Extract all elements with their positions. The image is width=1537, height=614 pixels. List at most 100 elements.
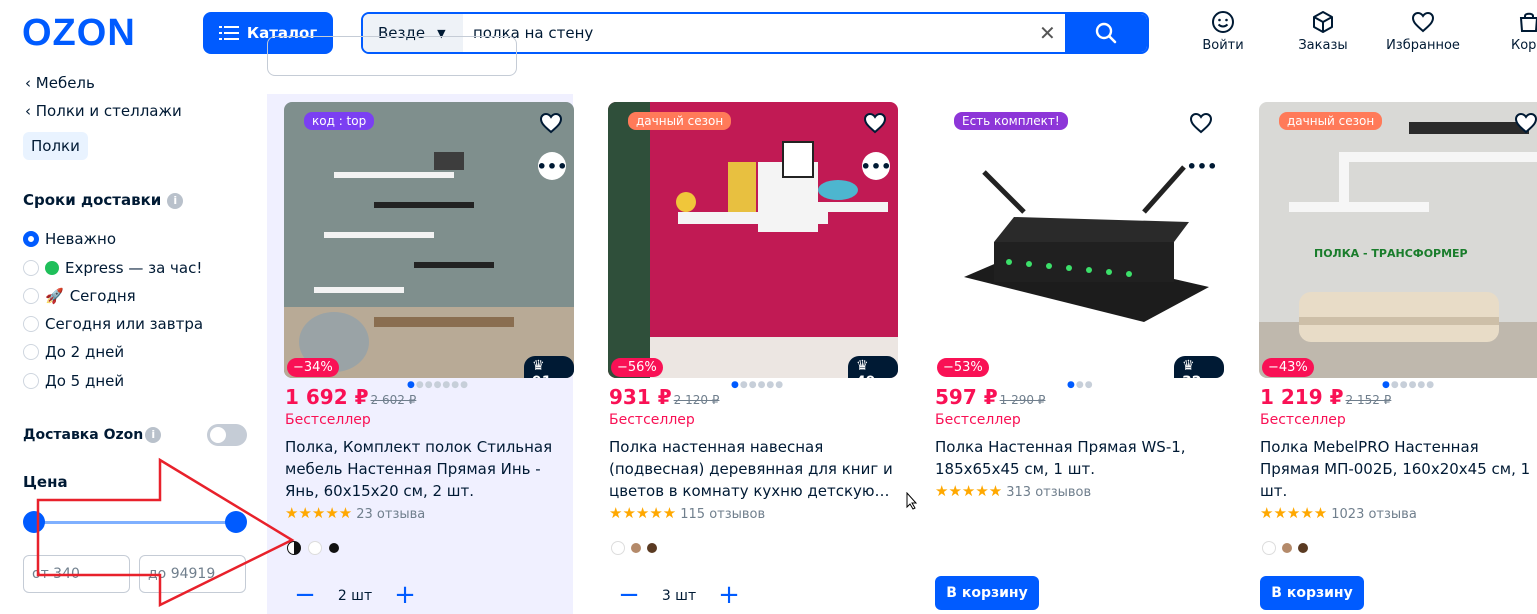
info-icon[interactable]: i (167, 192, 184, 209)
price-old: 2 602 ₽ (370, 393, 417, 407)
review-count[interactable]: 23 отзыва (356, 507, 425, 522)
delivery-time-label: Сроки доставки (23, 191, 162, 209)
rank-badge: ♛ 49 (848, 356, 898, 378)
add-to-cart-button[interactable]: В корзину (1260, 576, 1364, 610)
delivery-option-5-days[interactable]: До 5 дней (23, 372, 124, 390)
product-image[interactable]: код : top −34% ♛ 91 (284, 102, 574, 378)
product-card: код : top −34% ♛ 91 ••• ●●●●●●● 1 692 ₽2… (267, 94, 574, 614)
price-old: 2 152 ₽ (1345, 393, 1392, 407)
color-swatch[interactable] (329, 543, 339, 553)
delivery-option-any[interactable]: Неважно (23, 230, 116, 248)
clear-icon[interactable]: ✕ (1039, 21, 1056, 45)
delivery-option-2-days[interactable]: До 2 дней (23, 343, 124, 361)
rating: ★★★★★ 1023 отзыва (1260, 504, 1417, 522)
info-icon[interactable]: i (145, 427, 162, 443)
product-price: 597 ₽1 290 ₽ (935, 385, 1045, 409)
radio (23, 373, 39, 389)
product-title[interactable]: Полка Настенная Прямая WS-1, 185x65x45 с… (935, 436, 1220, 480)
product-photo (608, 102, 898, 378)
more-options-icon[interactable]: ••• (861, 152, 891, 180)
review-count[interactable]: 115 отзывов (680, 507, 765, 522)
color-swatch[interactable] (631, 543, 641, 553)
add-to-cart-button[interactable]: В корзину (935, 576, 1039, 610)
favorite-heart-icon[interactable] (1189, 111, 1213, 135)
favorite-heart-icon[interactable] (863, 111, 887, 135)
filters-sidebar: ‹ Мебель ‹ Полки и стеллажи Полки Сроки … (0, 66, 260, 609)
product-price: 931 ₽2 120 ₽ (609, 385, 719, 409)
more-options-icon[interactable]: ••• (537, 152, 567, 180)
box-icon (1313, 11, 1333, 33)
radio (23, 260, 39, 276)
product-grid: код : top −34% ♛ 91 ••• ●●●●●●● 1 692 ₽2… (267, 36, 1537, 614)
more-options-icon[interactable]: ••• (1187, 152, 1217, 180)
minus-button[interactable]: − (609, 580, 649, 612)
chevron-left-icon: ‹ (25, 102, 36, 120)
product-price: 1 219 ₽2 152 ₽ (1260, 385, 1391, 409)
image-pager-dots: ●●● (1067, 380, 1094, 390)
product-photo (934, 102, 1224, 378)
ozon-delivery-toggle[interactable] (207, 424, 247, 446)
product-image[interactable]: дачный сезон ПОЛКА - ТРАНСФОРМЕР −43% (1259, 102, 1537, 378)
favorites-nav[interactable]: Избранное (1383, 10, 1463, 53)
discount-badge: −53% (937, 358, 989, 377)
rating: ★★★★★ 313 отзывов (935, 482, 1091, 500)
plus-button[interactable]: + (709, 580, 749, 612)
price-current: 931 ₽ (609, 385, 672, 409)
search-icon (1095, 22, 1117, 44)
plus-button[interactable]: + (385, 580, 425, 612)
rank-value: 49 (856, 374, 875, 378)
option-label: Неважно (45, 230, 117, 248)
login-label: Войти (1202, 38, 1244, 53)
delivery-option-today[interactable]: 🚀 Сегодня (23, 287, 136, 305)
color-swatch[interactable] (1262, 541, 1276, 555)
delivery-option-today-tomorrow[interactable]: Сегодня или завтра (23, 315, 203, 333)
category-chip-shelves[interactable]: Полки (23, 132, 88, 160)
product-image[interactable]: дачный сезон −56% ♛ 49 (608, 102, 898, 378)
option-label: Сегодня или завтра (45, 315, 204, 333)
favorites-label: Избранное (1386, 38, 1460, 53)
review-count[interactable]: 1023 отзыва (1331, 507, 1417, 522)
minus-button[interactable]: − (285, 580, 325, 612)
login-nav[interactable]: Войти (1183, 10, 1263, 53)
color-swatch[interactable] (1282, 543, 1292, 553)
orders-label: Заказы (1298, 38, 1348, 53)
price-old: 2 120 ₽ (673, 393, 720, 407)
crumb-shelves-racks[interactable]: ‹ Полки и стеллажи (25, 102, 182, 120)
product-title[interactable]: Полка MebelPRO Настенная Прямая МП-002Б,… (1260, 436, 1537, 502)
color-swatch[interactable] (647, 543, 657, 553)
ozon-delivery-label: Доставка Ozon (23, 427, 144, 443)
orders-nav[interactable]: Заказы (1283, 10, 1363, 53)
bestseller-label: Бестселлер (935, 412, 1021, 428)
star-icons: ★★★★★ (609, 504, 677, 522)
price-to-input[interactable]: до 94919 (139, 555, 246, 593)
bestseller-label: Бестселлер (1260, 412, 1346, 428)
product-title[interactable]: Полка настенная навесная (подвесная) дер… (609, 436, 894, 502)
favorite-heart-icon[interactable] (1514, 111, 1537, 135)
radio (23, 344, 39, 360)
color-swatch[interactable] (287, 541, 301, 555)
star-icons: ★★★★★ (1260, 504, 1328, 522)
price-slider-min-handle[interactable] (23, 511, 45, 533)
color-swatch[interactable] (611, 541, 625, 555)
product-title[interactable]: Полка, Комплект полок Стильная мебель На… (285, 436, 570, 502)
search-button[interactable] (1065, 14, 1147, 52)
price-from-input[interactable]: от 340 (23, 555, 130, 593)
product-image[interactable]: Есть комплект! −53% ♛ 32 (934, 102, 1224, 378)
price-current: 1 219 ₽ (1260, 385, 1344, 409)
price-old: 1 290 ₽ (999, 393, 1046, 407)
color-swatch[interactable] (308, 541, 322, 555)
price-slider-track[interactable] (34, 521, 236, 524)
product-photo (284, 102, 574, 378)
favorite-heart-icon[interactable] (539, 111, 563, 135)
ozon-logo[interactable]: OZON (22, 14, 136, 52)
cart-nav[interactable]: Корзи (1497, 10, 1537, 53)
product-price: 1 692 ₽2 602 ₽ (285, 385, 416, 409)
price-slider-max-handle[interactable] (225, 511, 247, 533)
search-input[interactable] (473, 14, 1033, 52)
crumb-furniture[interactable]: ‹ Мебель (25, 74, 95, 92)
sort-select[interactable] (267, 36, 517, 76)
delivery-option-express[interactable]: Express — за час! (23, 259, 202, 277)
review-count[interactable]: 313 отзывов (1006, 485, 1091, 500)
list-icon (218, 26, 239, 40)
color-swatch[interactable] (1298, 543, 1308, 553)
